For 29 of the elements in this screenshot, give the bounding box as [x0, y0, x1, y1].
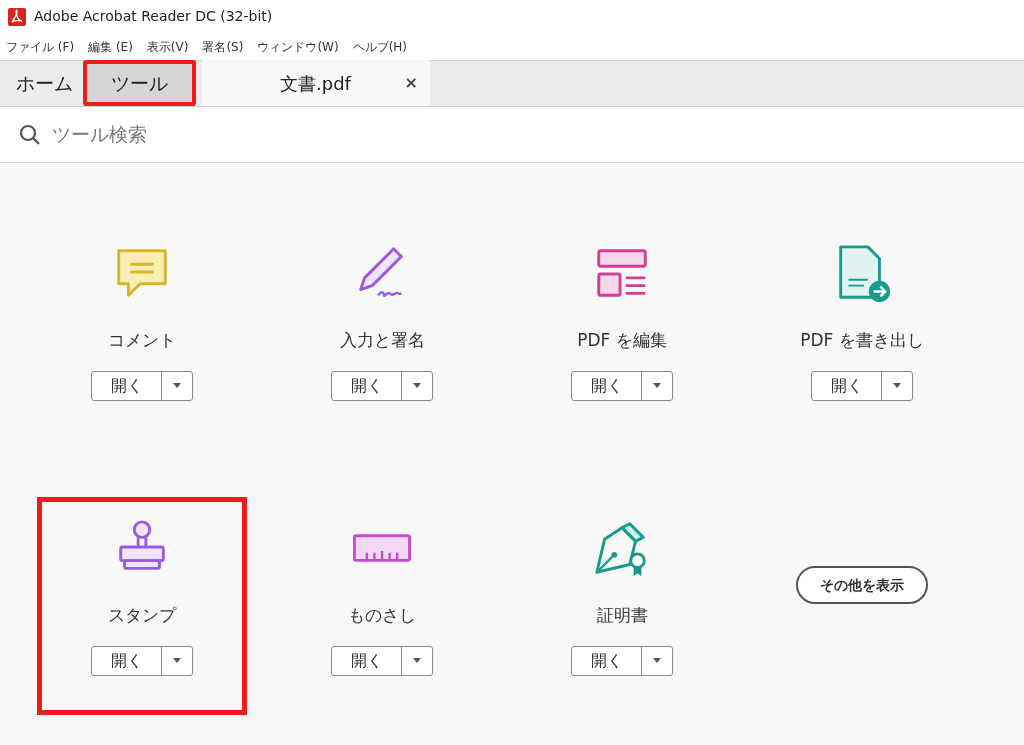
- tool-label: PDF を編集: [577, 329, 667, 352]
- tool-label: ものさし: [348, 604, 416, 627]
- menu-item[interactable]: 編集 (E): [88, 37, 133, 56]
- menu-item[interactable]: ヘルプ(H): [352, 37, 408, 56]
- caret-icon: [653, 658, 661, 663]
- search-icon: [18, 122, 42, 147]
- tool-label: コメント: [108, 329, 176, 352]
- caret-icon: [413, 383, 421, 388]
- tool-label: 入力と署名: [339, 329, 425, 352]
- document-tab[interactable]: 文書.pdf ×: [202, 60, 430, 106]
- caret-icon: [653, 383, 661, 388]
- close-button[interactable]: ×: [404, 71, 418, 95]
- window-title: Adobe Acrobat Reader DC (32-bit): [34, 7, 273, 26]
- app-logo-icon: [8, 7, 26, 26]
- menu-item[interactable]: ファイル (F): [6, 37, 75, 56]
- tool-label: PDF を書き出し: [800, 329, 924, 352]
- menu-item[interactable]: ウィンドウ(W): [257, 37, 339, 56]
- menu-item[interactable]: 表示(V): [146, 37, 189, 56]
- tool-label: スタンプ: [108, 604, 176, 627]
- menu-item[interactable]: 署名(S): [202, 37, 244, 56]
- caret-icon: [893, 383, 901, 388]
- tab[interactable]: ホーム: [6, 60, 83, 106]
- show-more-button[interactable]: その他を表示: [796, 566, 928, 604]
- search-field[interactable]: ツール検索: [52, 120, 352, 149]
- caret-icon: [173, 658, 181, 663]
- tool-label: 証明書: [596, 604, 648, 627]
- tab[interactable]: ツール: [83, 60, 196, 106]
- caret-icon: [413, 658, 421, 663]
- caret-icon: [173, 383, 181, 388]
